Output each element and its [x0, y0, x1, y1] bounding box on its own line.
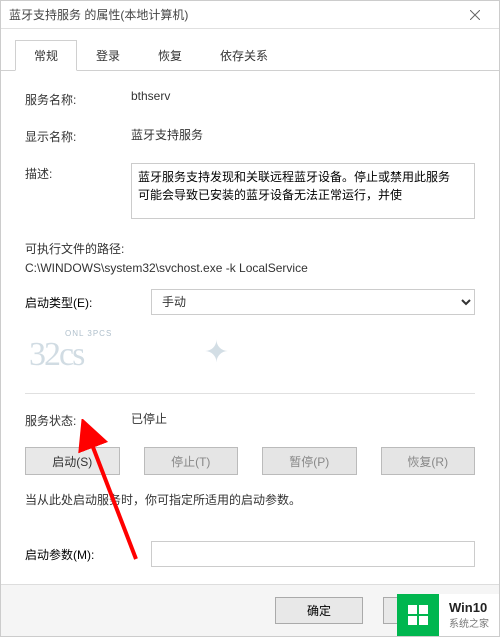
description-textarea[interactable]: 蓝牙服务支持发现和关联远程蓝牙设备。停止或禁用此服务可能会导致已安装的蓝牙设备无… — [131, 163, 475, 219]
badge-text: Win10 系统之家 — [439, 600, 499, 630]
badge-line1: Win10 — [449, 600, 489, 615]
close-button[interactable] — [459, 3, 491, 27]
titlebar: 蓝牙支持服务 的属性(本地计算机) — [1, 1, 499, 29]
startup-type-select[interactable]: 手动 — [151, 289, 475, 315]
tab-dependencies[interactable]: 依存关系 — [201, 40, 287, 71]
exe-path-label: 可执行文件的路径: — [25, 240, 475, 257]
description-label: 描述: — [25, 163, 131, 182]
start-params-hint: 当从此处启动服务时，你可指定所适用的启动参数。 — [25, 491, 475, 509]
display-name-value: 蓝牙支持服务 — [131, 126, 475, 143]
close-icon — [470, 10, 480, 20]
service-name-label: 服务名称: — [25, 89, 131, 108]
tab-recovery[interactable]: 恢复 — [139, 40, 201, 71]
watermark-text: 32cs — [21, 336, 83, 374]
tab-content-general: 服务名称: bthserv 显示名称: 蓝牙支持服务 描述: 蓝牙服务支持发现和… — [1, 71, 499, 579]
watermark-decoration-icon: ✦ — [204, 335, 229, 370]
start-button[interactable]: 启动(S) — [25, 447, 120, 475]
tab-general[interactable]: 常规 — [15, 40, 77, 71]
tab-bar: 常规 登录 恢复 依存关系 — [1, 29, 499, 71]
pause-button: 暂停(P) — [262, 447, 357, 475]
service-name-value: bthserv — [131, 89, 475, 103]
service-status-value: 已停止 — [131, 410, 475, 427]
startup-type-label: 启动类型(E): — [25, 294, 151, 311]
watermark: ONL 3PCS 32cs ✦ — [21, 325, 479, 385]
display-name-label: 显示名称: — [25, 126, 131, 145]
window-title: 蓝牙支持服务 的属性(本地计算机) — [9, 6, 188, 23]
divider — [25, 393, 475, 394]
start-params-label: 启动参数(M): — [25, 546, 151, 563]
properties-dialog: 蓝牙支持服务 的属性(本地计算机) 常规 登录 恢复 依存关系 服务名称: bt… — [0, 0, 500, 637]
tab-logon[interactable]: 登录 — [77, 40, 139, 71]
service-status-label: 服务状态: — [25, 410, 131, 429]
windows-logo-icon — [397, 594, 439, 636]
site-badge: Win10 系统之家 — [397, 594, 499, 636]
exe-path-value: C:\WINDOWS\system32\svchost.exe -k Local… — [25, 261, 475, 275]
badge-line2: 系统之家 — [449, 615, 489, 630]
stop-button: 停止(T) — [144, 447, 239, 475]
ok-button[interactable]: 确定 — [275, 597, 363, 624]
service-control-buttons: 启动(S) 停止(T) 暂停(P) 恢复(R) — [25, 447, 475, 475]
resume-button: 恢复(R) — [381, 447, 476, 475]
start-params-input[interactable] — [151, 541, 475, 567]
